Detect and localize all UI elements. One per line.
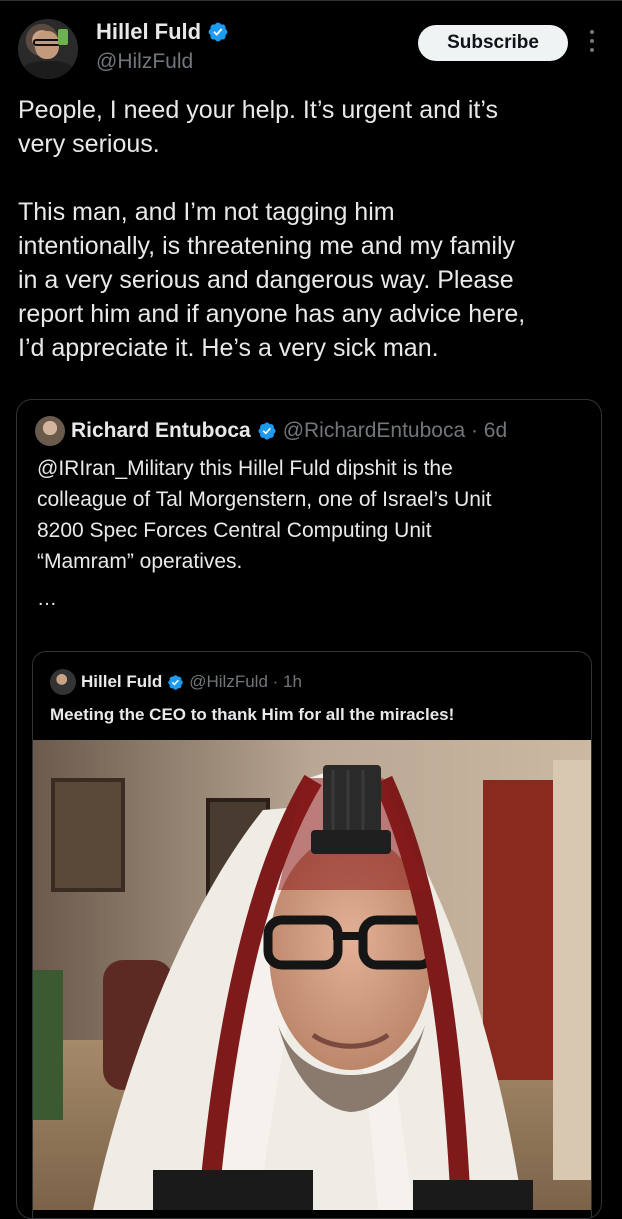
nested-quote-text: Meeting the CEO to thank Him for all the… [50, 705, 455, 724]
avatar-phone [58, 29, 68, 45]
nested-quoted-tweet[interactable]: Hillel Fuld @HilzFuld · 1h Meeting the C… [32, 651, 592, 1218]
avatar-glasses [33, 39, 61, 46]
verified-badge-icon [208, 22, 228, 42]
nested-quote-author-name[interactable]: Hillel Fuld [81, 672, 162, 692]
subscribe-button[interactable]: Subscribe [418, 25, 568, 61]
author-name-row: Hillel Fuld [96, 19, 229, 45]
nested-quote-author-avatar[interactable] [50, 669, 76, 695]
quote-author-handle[interactable]: @RichardEntuboca · 6d [283, 419, 507, 443]
author-avatar[interactable] [18, 19, 78, 79]
verified-badge-icon [168, 674, 183, 690]
nested-quote-header: Hillel Fuld @HilzFuld · 1h [50, 669, 302, 695]
avatar-shirt [22, 61, 74, 79]
tweet-text: People, I need your help. It’s urgent an… [18, 96, 526, 362]
photo-illustration [33, 740, 591, 1210]
quote-author-avatar[interactable] [35, 416, 65, 446]
quoted-tweet[interactable]: Richard Entuboca @RichardEntuboca · 6d @… [16, 399, 602, 1219]
tweet-header: Hillel Fuld @HilzFuld Subscribe [0, 14, 622, 84]
quote-header: Richard Entuboca @RichardEntuboca · 6d [35, 416, 507, 446]
quote-text: @IRIran_Military this Hillel Fuld dipshi… [37, 457, 492, 573]
tweet-photo[interactable] [33, 740, 591, 1210]
nested-quote-author-handle[interactable]: @HilzFuld · 1h [189, 672, 302, 692]
top-divider [0, 0, 622, 1]
more-options-icon[interactable] [584, 30, 600, 58]
quote-ellipsis: … [37, 588, 57, 610]
quote-author-name[interactable]: Richard Entuboca [71, 419, 251, 443]
author-handle[interactable]: @HilzFuld [96, 50, 193, 74]
verified-badge-icon [258, 422, 276, 440]
author-name[interactable]: Hillel Fuld [96, 19, 201, 45]
